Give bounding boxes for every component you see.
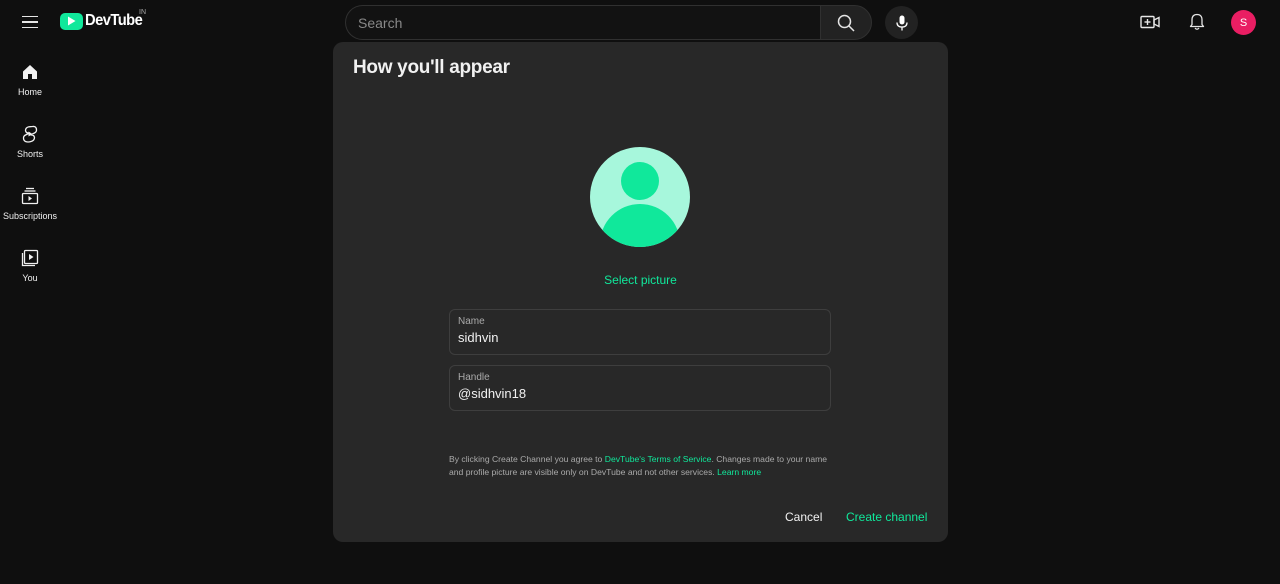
dialog-title: How you'll appear — [353, 57, 510, 78]
name-field[interactable]: Name — [449, 309, 831, 355]
sidebar-item-label: Home — [17, 87, 42, 97]
logo-text: DevTube — [85, 12, 143, 29]
microphone-icon — [895, 15, 908, 30]
sidebar-item-label: Subscriptions — [2, 211, 58, 221]
terms-text-before: By clicking Create Channel you agree to — [449, 454, 605, 464]
sidebar-item-label: You — [22, 273, 38, 283]
logo[interactable]: DevTube — [60, 12, 147, 30]
search-bar — [345, 5, 872, 40]
terms-notice: By clicking Create Channel you agree to … — [449, 453, 839, 479]
sidebar-item-you[interactable]: You — [0, 242, 60, 298]
create-channel-button[interactable]: Create channel — [846, 510, 927, 524]
home-icon — [20, 62, 40, 82]
logo-play-icon — [60, 12, 83, 30]
person-body-icon — [600, 204, 680, 247]
cancel-button[interactable]: Cancel — [785, 510, 822, 524]
voice-search-button[interactable] — [885, 6, 918, 39]
handle-field[interactable]: Handle — [449, 365, 831, 411]
subscriptions-icon — [20, 186, 40, 206]
learn-more-link[interactable]: Learn more — [717, 467, 761, 477]
search-button[interactable] — [820, 5, 872, 40]
sidebar-item-subscriptions[interactable]: Subscriptions — [0, 180, 60, 236]
name-input[interactable] — [458, 330, 822, 345]
search-icon — [837, 14, 855, 32]
name-field-label: Name — [458, 316, 485, 327]
video-plus-icon — [1140, 15, 1160, 29]
create-video-button[interactable] — [1137, 9, 1163, 35]
sidebar-item-label: Shorts — [16, 149, 43, 159]
search-input-wrap — [345, 5, 820, 40]
sidebar-item-shorts[interactable]: Shorts — [0, 118, 60, 174]
shorts-icon — [20, 124, 40, 144]
profile-picture-placeholder[interactable] — [590, 147, 690, 247]
sidebar-item-home[interactable]: Home — [0, 56, 60, 112]
select-picture-link[interactable]: Select picture — [333, 273, 948, 287]
handle-field-label: Handle — [458, 372, 490, 383]
person-head-icon — [621, 162, 659, 200]
notifications-button[interactable] — [1184, 9, 1210, 35]
handle-input[interactable] — [458, 386, 822, 401]
you-icon — [20, 248, 40, 268]
account-avatar[interactable]: S — [1231, 10, 1256, 35]
terms-of-service-link[interactable]: DevTube's Terms of Service — [605, 454, 712, 464]
top-header: DevTube IN S — [0, 0, 1280, 44]
menu-icon[interactable] — [14, 6, 46, 38]
search-input[interactable] — [358, 14, 820, 31]
bell-icon — [1189, 13, 1205, 30]
region-code: IN — [139, 9, 146, 16]
create-channel-dialog: How you'll appear Select picture Name Ha… — [333, 42, 948, 542]
